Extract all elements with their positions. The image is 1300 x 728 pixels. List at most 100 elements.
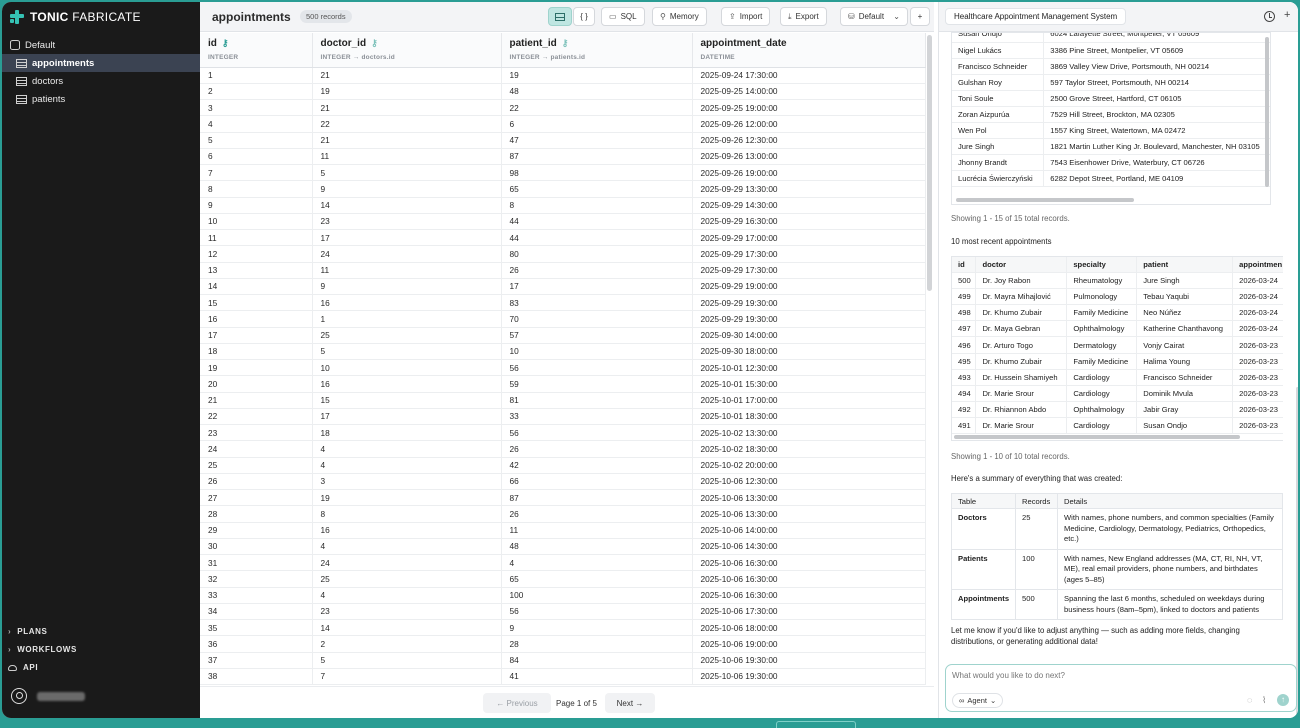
horizontal-scrollbar[interactable] (954, 434, 1240, 439)
attach-icon[interactable]: ⌇ (1262, 695, 1266, 706)
table-row[interactable]: 10 23 44 2025-09-29 16:30:00 (200, 213, 926, 231)
table-row[interactable]: 27 19 87 2025-10-06 13:30:00 (200, 489, 926, 507)
table-row: 493 Dr. Hussein Shamiyeh Cardiology Francis… (952, 369, 1283, 386)
table-row[interactable]: 30 4 48 2025-10-06 14:30:00 (200, 538, 926, 556)
table-scrollbar[interactable] (927, 35, 932, 291)
table-row[interactable]: 25 4 42 2025-10-02 20:00:00 (200, 457, 926, 474)
table-row[interactable]: 2 19 48 2025-09-25 14:00:00 (200, 83, 926, 101)
table-row[interactable]: 33 4 100 2025-10-06 16:30:00 (200, 587, 926, 604)
doctor-id-cell: 14 (312, 619, 502, 637)
appointment-date-cell: 2025-10-06 16:30:00 (692, 554, 926, 572)
section-api[interactable]: API (8, 663, 38, 672)
patient-id-cell: 28 (501, 635, 693, 653)
patient-id-cell: 6 (501, 115, 693, 133)
id-cell: 8 (200, 180, 313, 198)
sidebar: TONIC FABRICATE Default appointments doc… (2, 2, 200, 718)
table-row[interactable]: 21 15 81 2025-10-01 17:00:00 (200, 392, 926, 409)
table-row[interactable]: 9 14 8 2025-09-29 14:30:00 (200, 197, 926, 214)
column-header-appointment-date[interactable]: appointment_date DATETIME (692, 33, 926, 68)
doctor-id-cell: 18 (312, 424, 502, 442)
table-row[interactable]: 29 16 11 2025-10-06 14:00:00 (200, 522, 926, 539)
table-row[interactable]: 19 10 56 2025-10-01 12:30:00 (200, 359, 926, 377)
send-button[interactable]: ↑ (1277, 694, 1289, 706)
table-row[interactable]: 22 17 33 2025-10-01 18:30:00 (200, 408, 926, 426)
table-row[interactable]: 36 2 28 2025-10-06 19:00:00 (200, 635, 926, 653)
table-row[interactable]: 11 17 44 2025-09-29 17:00:00 (200, 229, 926, 247)
table-row[interactable]: 34 23 56 2025-10-06 17:30:00 (200, 603, 926, 621)
memory-button[interactable]: ⚲ Memory (652, 7, 707, 26)
id-cell: 38 (200, 668, 313, 686)
appointment-date-cell: 2025-10-06 17:30:00 (692, 603, 926, 621)
table-row[interactable]: 6 11 87 2025-09-26 13:00:00 (200, 148, 926, 166)
table-row[interactable]: 17 25 57 2025-09-30 14:00:00 (200, 327, 926, 344)
table-row[interactable]: 8 9 65 2025-09-29 13:30:00 (200, 180, 926, 198)
table-row[interactable]: 18 5 10 2025-09-30 18:00:00 (200, 343, 926, 361)
doctor-id-cell: 5 (312, 343, 502, 361)
table-row[interactable]: 7 5 98 2025-09-26 19:00:00 (200, 164, 926, 182)
patient-address-cell: 1557 King Street, Watertown, MA 02472 (1043, 122, 1270, 140)
table-cell: Katherine Chanthavong (1136, 320, 1234, 338)
json-view-button[interactable]: { } (573, 7, 595, 26)
table-row[interactable]: 5 21 47 2025-09-26 12:30:00 (200, 132, 926, 149)
grid-view-button[interactable] (548, 7, 572, 26)
patient-id-cell: 9 (501, 619, 693, 637)
section-plans[interactable]: › PLANS (8, 627, 47, 636)
doctor-id-cell: 22 (312, 115, 502, 133)
table-icon (16, 94, 27, 104)
table-row[interactable]: 31 24 4 2025-10-06 16:30:00 (200, 554, 926, 572)
table-row[interactable]: 13 11 26 2025-09-29 17:30:00 (200, 262, 926, 279)
table-row[interactable]: 23 18 56 2025-10-02 13:30:00 (200, 424, 926, 442)
horizontal-scrollbar[interactable] (956, 198, 1134, 202)
table-row[interactable]: 1 21 19 2025-09-24 17:30:00 (200, 67, 926, 84)
column-header-patient-id[interactable]: patient_id ⚷ INTEGER → patients.id (501, 33, 693, 68)
section-workflows[interactable]: › WORKFLOWS (8, 645, 77, 654)
column-header-doctor-id[interactable]: doctor_id ⚷ INTEGER → doctors.id (312, 33, 502, 68)
agent-mode-button[interactable]: ∞ Agent ⌄ (952, 693, 1004, 708)
appointment-date-cell: 2025-10-01 17:00:00 (692, 392, 926, 409)
tree-table-patients[interactable]: patients (2, 90, 200, 108)
table-row[interactable]: 3 21 22 2025-09-25 19:00:00 (200, 99, 926, 117)
table-cell: Cardiology (1066, 385, 1138, 402)
next-page-button[interactable]: Next → (605, 693, 655, 713)
history-icon[interactable] (1264, 11, 1275, 22)
previous-page-button[interactable]: ← Previous (483, 693, 551, 713)
table-row[interactable]: 32 25 65 2025-10-06 16:30:00 (200, 570, 926, 588)
new-chat-plus-icon[interactable]: + (1284, 9, 1290, 21)
table-row[interactable]: 35 14 9 2025-10-06 18:00:00 (200, 619, 926, 637)
id-cell: 13 (200, 262, 313, 279)
import-button[interactable]: ⇪ Import (721, 7, 771, 26)
add-button[interactable]: + (910, 7, 930, 26)
table-row: Patients 100 With names, New England addre… (950, 548, 1283, 590)
tree-db-default[interactable]: Default (2, 36, 200, 54)
vertical-scrollbar[interactable] (1265, 37, 1269, 187)
doctor-id-cell: 15 (312, 392, 502, 409)
table-row[interactable]: 28 8 26 2025-10-06 13:30:00 (200, 505, 926, 523)
column-header: Records (1015, 493, 1058, 509)
table-row[interactable]: 15 16 83 2025-09-29 19:30:00 (200, 294, 926, 312)
table-row[interactable]: 12 24 80 2025-09-29 17:30:00 (200, 245, 926, 263)
patient-id-cell: 80 (501, 245, 693, 263)
table-row[interactable]: 14 9 17 2025-09-29 19:00:00 (200, 278, 926, 296)
sql-button[interactable]: ▭ SQL (601, 7, 645, 26)
chat-title-tab[interactable]: Healthcare Appointment Management System (945, 8, 1127, 25)
table-row[interactable]: 16 1 70 2025-09-29 19:30:00 (200, 310, 926, 328)
user-menu[interactable] (11, 688, 85, 704)
user-avatar-icon (11, 688, 27, 704)
chat-input[interactable] (952, 671, 1272, 680)
table-cell: Ophthalmology (1066, 401, 1138, 418)
tree-table-appointments[interactable]: appointments (2, 54, 200, 72)
column-header-id[interactable]: id ⚷ INTEGER (200, 33, 313, 68)
table-cell: 500 (952, 272, 977, 290)
table-cell: 2026-03-23 (1232, 353, 1283, 370)
database-select[interactable]: ⛁ Default ⌄ (840, 7, 908, 26)
table-row[interactable]: 24 4 26 2025-10-02 18:30:00 (200, 440, 926, 458)
table-row[interactable]: 38 7 41 2025-10-06 19:30:00 (200, 668, 926, 686)
table-row[interactable]: 37 5 84 2025-10-06 19:30:00 (200, 652, 926, 669)
tree-table-doctors[interactable]: doctors (2, 72, 200, 90)
sql-label: SQL (620, 12, 637, 21)
table-row[interactable]: 4 22 6 2025-09-26 12:00:00 (200, 115, 926, 133)
table-row[interactable]: 26 3 66 2025-10-06 12:30:00 (200, 473, 926, 491)
list-item: Zoran Aizpurúa 7529 Hill Street, Brockton… (952, 106, 1270, 124)
export-button[interactable]: ⤓ Export (780, 7, 827, 26)
table-row[interactable]: 20 16 59 2025-10-01 15:30:00 (200, 375, 926, 393)
